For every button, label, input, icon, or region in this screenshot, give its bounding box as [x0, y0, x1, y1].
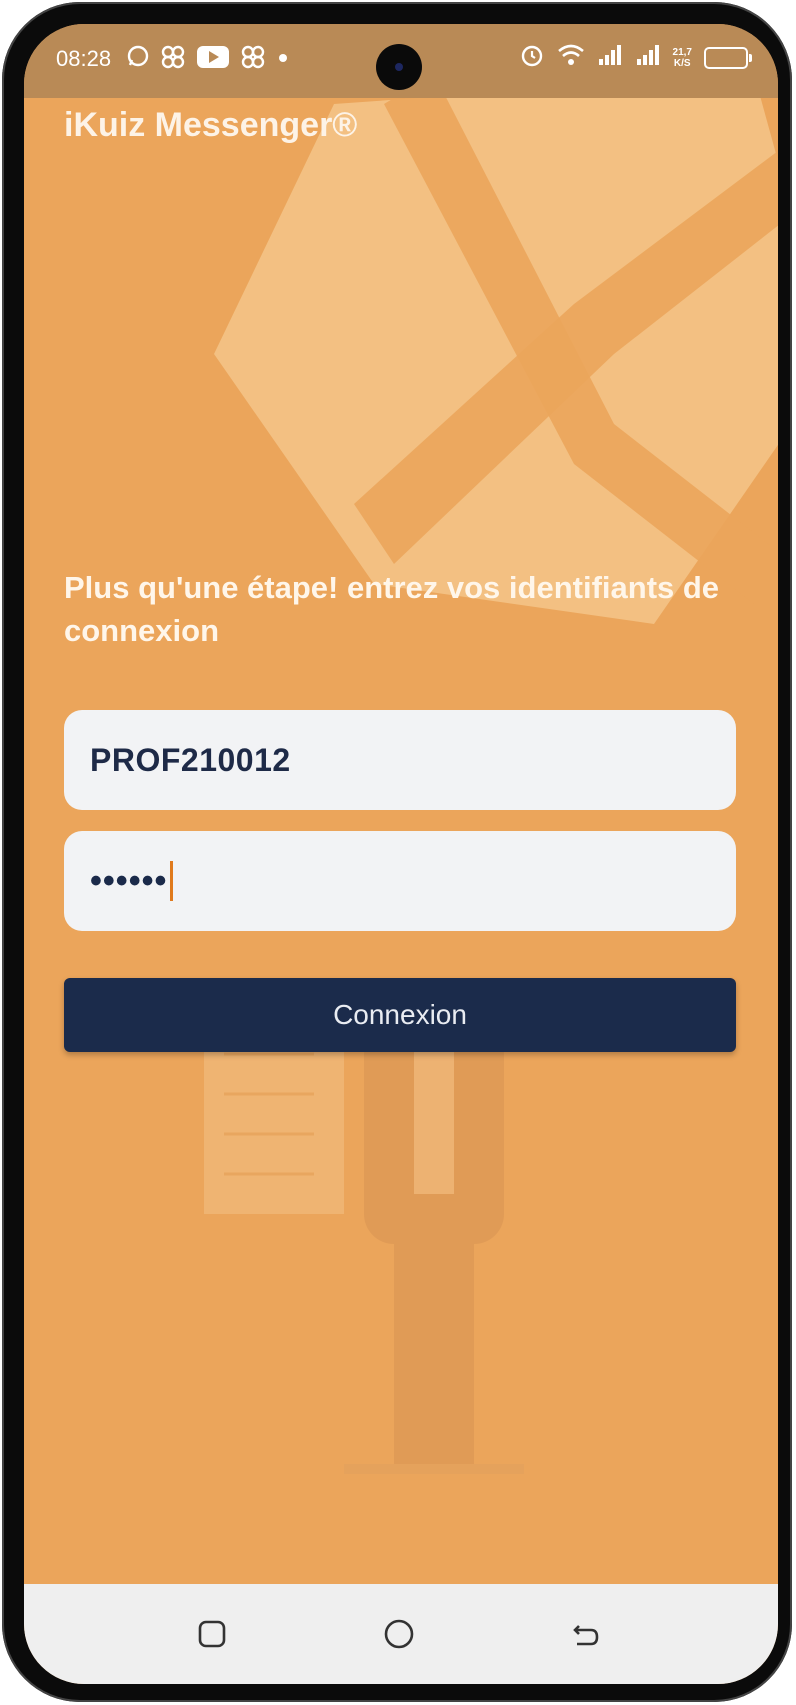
- status-bar: 08:28 21,7 K/S: [24, 24, 778, 98]
- signal-icon: [635, 43, 661, 73]
- battery-icon: [704, 47, 752, 69]
- username-value: PROF210012: [90, 741, 291, 778]
- home-icon[interactable]: [379, 1614, 419, 1654]
- phone-frame: 08:28 21,7 K/S iKuiz Messenger® Plus qu'…: [2, 2, 792, 1702]
- network-speed-unit: K/S: [673, 58, 691, 69]
- navigation-bar: [24, 1584, 778, 1684]
- app-title: iKuiz Messenger®: [64, 106, 358, 144]
- screen: 08:28 21,7 K/S iKuiz Messenger® Plus qu'…: [24, 24, 778, 1684]
- dot-icon: [276, 44, 290, 77]
- pinwheel-icon: [160, 44, 186, 77]
- signal-icon: [597, 43, 623, 73]
- status-time: 08:28: [56, 46, 112, 71]
- teacher-illustration: [204, 1014, 524, 1474]
- username-field[interactable]: PROF210012: [64, 710, 736, 810]
- connexion-button[interactable]: Connexion: [64, 978, 736, 1052]
- recent-apps-icon[interactable]: [192, 1614, 232, 1654]
- network-speed: 21,7 K/S: [673, 47, 692, 69]
- background-logo-graphic: [214, 74, 778, 624]
- system-status-icons: 21,7 K/S: [519, 42, 752, 74]
- youtube-icon: [196, 44, 230, 77]
- front-camera: [376, 44, 422, 90]
- network-speed-value: 21,7: [672, 47, 692, 58]
- notification-icons: [126, 44, 290, 77]
- whatsapp-icon: [126, 44, 150, 77]
- pinwheel-icon: [240, 44, 266, 77]
- wifi-icon: [557, 43, 585, 73]
- login-instruction: Plus qu'une étape! entrez vos identifian…: [64, 570, 720, 648]
- text-cursor: [170, 861, 174, 901]
- password-field[interactable]: ••••••: [64, 831, 736, 931]
- password-masked-value: ••••••: [90, 861, 168, 900]
- back-icon[interactable]: [566, 1614, 606, 1654]
- alarm-icon: [519, 42, 545, 74]
